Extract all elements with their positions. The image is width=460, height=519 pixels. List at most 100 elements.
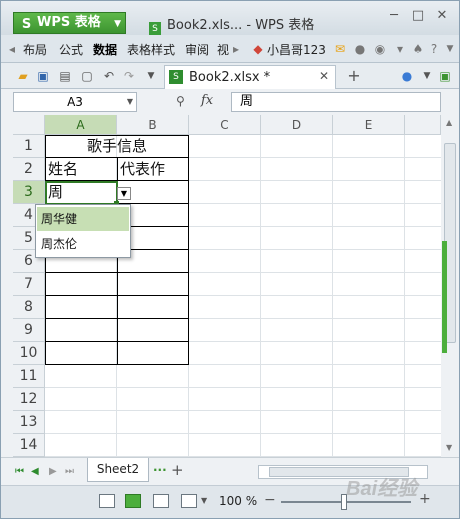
- help-icon[interactable]: ?: [427, 42, 441, 56]
- formula-input[interactable]: 周: [231, 92, 441, 112]
- gridline-h: [45, 410, 441, 411]
- restore-icon[interactable]: ▣: [437, 68, 453, 84]
- column-header-d[interactable]: D: [261, 115, 333, 135]
- cell-b2[interactable]: 代表作: [120, 158, 165, 180]
- cell-a1-title[interactable]: 歌手信息: [46, 135, 188, 157]
- maximize-icon[interactable]: □: [407, 7, 429, 25]
- formula-bar: A3 ▼ ⚲ fx 周: [1, 89, 459, 115]
- close-icon[interactable]: ✕: [431, 7, 453, 25]
- sheet-tab-sheet2[interactable]: Sheet2: [87, 458, 149, 482]
- menu-item-formula[interactable]: 公式: [59, 41, 83, 58]
- scroll-down-icon[interactable]: ▼: [446, 443, 452, 452]
- cell-a2[interactable]: 姓名: [48, 158, 78, 180]
- dropdown-option[interactable]: 周杰伦: [37, 232, 129, 256]
- gridline-h: [45, 387, 441, 388]
- more-sheets-icon[interactable]: ···: [153, 463, 167, 477]
- select-all-corner[interactable]: [13, 115, 45, 135]
- wps-logo-icon: S: [21, 17, 32, 32]
- menu-item-data[interactable]: 数据: [93, 41, 117, 58]
- column-header-f[interactable]: [405, 115, 441, 135]
- column-header-e[interactable]: E: [333, 115, 405, 135]
- first-sheet-icon[interactable]: ⏮: [15, 466, 24, 477]
- scroll-left-icon[interactable]: ◂: [5, 42, 19, 56]
- tab-book2[interactable]: S Book2.xlsx * ✕: [164, 65, 336, 89]
- scroll-up-icon[interactable]: ▲: [446, 118, 452, 127]
- row-header-3[interactable]: 3: [13, 181, 45, 204]
- chevron-down-icon[interactable]: ▼: [443, 42, 457, 56]
- wps-app-button[interactable]: S WPS 表格 ▼: [13, 12, 126, 34]
- row-header-1[interactable]: 1: [13, 135, 45, 158]
- save-icon[interactable]: ▣: [35, 68, 51, 84]
- cell-reference: A3: [67, 95, 83, 109]
- row-header-8[interactable]: 8: [13, 296, 45, 319]
- minimize-icon[interactable]: ─: [383, 7, 405, 25]
- menu-item-layout[interactable]: 布局: [23, 41, 47, 58]
- skin-icon[interactable]: ▾: [393, 42, 407, 56]
- column-header-c[interactable]: C: [189, 115, 261, 135]
- menu-bar: ◂ 布局 公式 数据 表格样式 审阅 视 ▸ ◆ 小昌哥123 ✉ ● ◉ ▾ …: [1, 35, 459, 63]
- undo-icon[interactable]: ↶: [101, 68, 117, 84]
- row-header-13[interactable]: 13: [13, 411, 45, 434]
- next-sheet-icon[interactable]: ▶: [49, 466, 57, 477]
- redo-icon[interactable]: ↷: [121, 68, 137, 84]
- shirt-icon[interactable]: ♠: [411, 42, 425, 56]
- zoom-level[interactable]: 100 %: [219, 494, 257, 508]
- side-panel-toggle[interactable]: [442, 241, 447, 353]
- cloud-icon[interactable]: ●: [353, 42, 367, 56]
- prev-sheet-icon[interactable]: ◀: [31, 466, 39, 477]
- row-header-9[interactable]: 9: [13, 319, 45, 342]
- gridline-v: [260, 135, 261, 457]
- dropdown-option[interactable]: 周华健: [37, 207, 129, 231]
- column-header-a[interactable]: A: [45, 115, 117, 135]
- preview-icon[interactable]: ▢: [79, 68, 95, 84]
- app-button-label: WPS 表格: [37, 15, 101, 30]
- search-icon[interactable]: ⚲: [176, 94, 185, 108]
- chevron-down-icon[interactable]: ▼: [143, 68, 159, 84]
- spreadsheet-icon: S: [169, 70, 183, 84]
- dropdown-arrow-icon[interactable]: ▼: [117, 187, 131, 200]
- close-tab-icon[interactable]: ✕: [319, 69, 329, 83]
- zoom-out-icon[interactable]: −: [264, 492, 276, 508]
- user-name[interactable]: 小昌哥123: [267, 41, 326, 58]
- watermark-logo: Bai经验: [346, 478, 418, 500]
- menu-item-view[interactable]: 视: [217, 41, 229, 58]
- wps-window: S WPS 表格 ▼ S Book2.xls... - WPS 表格 ─ □ ✕ ◂…: [0, 0, 460, 519]
- name-box[interactable]: A3 ▼: [13, 92, 137, 112]
- row-header-10[interactable]: 10: [13, 342, 45, 365]
- last-sheet-icon[interactable]: ⏭: [65, 466, 74, 477]
- page-break-view-icon[interactable]: [153, 494, 169, 508]
- row-header-14[interactable]: 14: [13, 434, 45, 457]
- gridline-v: [404, 135, 405, 457]
- chevron-down-icon[interactable]: ▼: [419, 68, 435, 84]
- menu-item-table-style[interactable]: 表格样式: [127, 41, 175, 58]
- row-header-2[interactable]: 2: [13, 158, 45, 181]
- mail-icon[interactable]: ✉: [333, 42, 347, 56]
- fullscreen-icon[interactable]: [181, 494, 197, 508]
- row-header-12[interactable]: 12: [13, 388, 45, 411]
- cloud-sync-icon[interactable]: ●: [399, 68, 415, 84]
- chevron-down-icon[interactable]: ▼: [127, 93, 133, 111]
- normal-view-icon[interactable]: [99, 494, 115, 508]
- add-sheet-button[interactable]: +: [171, 461, 184, 479]
- function-icon[interactable]: fx: [201, 93, 213, 108]
- menu-item-review[interactable]: 审阅: [185, 41, 209, 58]
- page-layout-view-icon[interactable]: [125, 494, 141, 508]
- tab-label: Book2.xlsx *: [189, 70, 271, 85]
- open-folder-icon[interactable]: ▰: [15, 68, 31, 84]
- row-header-11[interactable]: 11: [13, 365, 45, 388]
- column-header-b[interactable]: B: [117, 115, 189, 135]
- spreadsheet-icon: S: [149, 22, 161, 36]
- table-border-row: [45, 364, 189, 365]
- row-header-7[interactable]: 7: [13, 273, 45, 296]
- zoom-in-icon[interactable]: +: [419, 491, 431, 507]
- add-tab-icon[interactable]: +: [346, 68, 362, 84]
- worksheet-grid[interactable]: A B C D E 1 2 3 4 5 6 7 8 9 10 11 12 13 14 歌手信息 姓名 代表…: [13, 115, 441, 457]
- share-icon[interactable]: ◉: [373, 42, 387, 56]
- validation-dropdown[interactable]: 周华健 周杰伦: [35, 204, 131, 258]
- gridline-h: [45, 433, 441, 434]
- scroll-right-icon[interactable]: ▸: [229, 42, 243, 56]
- chevron-down-icon[interactable]: ▼: [201, 496, 207, 505]
- print-icon[interactable]: ▤: [57, 68, 73, 84]
- table-border-row: [45, 272, 189, 273]
- table-border-right: [188, 135, 189, 365]
